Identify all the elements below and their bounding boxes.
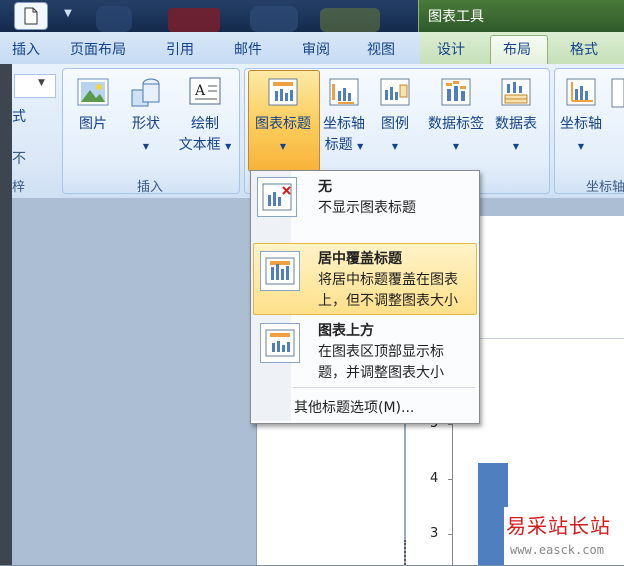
clipped-label: 式 [12, 109, 26, 125]
menu-item-centered-overlay-desc-1: 将居中标题覆盖在图表 [318, 272, 458, 288]
office-button[interactable] [14, 2, 48, 30]
clipped-label: 不 [12, 151, 26, 167]
context-title: 图表工具 [428, 9, 484, 25]
draw-textbox-label-2: 文本框 [178, 137, 221, 153]
selection-dropdown[interactable] [14, 74, 56, 98]
watermark-title: 易采站长站 [506, 514, 611, 538]
gridlines-icon [611, 78, 624, 108]
svg-text:A: A [194, 83, 206, 99]
chevron-down-icon: ▼ [452, 142, 460, 151]
picture-label: 图片 [79, 116, 107, 132]
tab-page-layout[interactable]: 页面布局 [70, 39, 126, 59]
axes-icon [566, 78, 596, 106]
textbox-icon: A [189, 77, 221, 105]
title-bar-decoration [250, 6, 298, 32]
document-icon [24, 7, 38, 25]
menu-separator [293, 387, 475, 388]
title-bar-decoration [96, 6, 132, 32]
watermark-url: www.easck.com [510, 543, 604, 557]
chart-title-label: 图表标题 [255, 116, 311, 132]
tab-format[interactable]: 格式 [570, 39, 598, 59]
picture-button[interactable]: 图片 [72, 76, 114, 135]
chevron-down-icon: ▼ [225, 142, 232, 151]
tab-review[interactable]: 审阅 [302, 39, 330, 59]
axes-button[interactable]: 坐标轴 ▼ [556, 76, 606, 157]
tab-design[interactable]: 设计 [437, 39, 465, 59]
tab-references[interactable]: 引用 [166, 39, 194, 59]
data-labels-label: 数据标签 [428, 116, 484, 132]
above-chart-title-icon [260, 323, 300, 363]
menu-item-above-chart-title: 图表上方 [318, 323, 374, 339]
chevron-down-icon: ▼ [279, 142, 287, 151]
legend-icon [380, 78, 410, 106]
shapes-button[interactable]: 形状 ▼ [124, 76, 168, 157]
y-tick-mark [448, 479, 453, 480]
draw-textbox-label-1: 绘制 [191, 116, 219, 132]
y-tick-mark [448, 534, 453, 535]
menu-item-centered-overlay-desc-2: 上，但不调整图表大小 [318, 293, 458, 309]
y-tick-label: 4 [430, 471, 439, 486]
customize-toolbar-icon[interactable]: ▼ [60, 6, 76, 22]
chevron-down-icon[interactable]: ▼ [38, 78, 45, 88]
no-title-icon [257, 177, 297, 217]
y-tick-label: 3 [430, 526, 439, 541]
chart-resize-handle[interactable] [404, 540, 409, 565]
gridlines-button-clipped[interactable] [610, 76, 624, 116]
tab-insert[interactable]: 插入 [12, 39, 40, 59]
y-tick-mark [448, 424, 453, 425]
draw-textbox-button[interactable]: A 绘制 文本框 ▼ [174, 76, 236, 157]
picture-icon [77, 78, 109, 106]
clipped-label: 梓 [12, 180, 26, 195]
chevron-down-icon: ▼ [512, 142, 520, 151]
chart-title-icon [268, 78, 298, 106]
tab-mailings[interactable]: 邮件 [234, 39, 262, 59]
data-table-icon [501, 78, 531, 106]
shapes-label: 形状 [132, 116, 160, 132]
menu-item-above-chart-desc-2: 题，并调整图表大小 [318, 365, 444, 381]
tab-layout[interactable]: 布局 [503, 39, 531, 59]
axis-titles-icon [329, 78, 359, 106]
axes-group-label: 坐标轴 [586, 180, 624, 195]
menu-item-above-chart-desc-1: 在图表区顶部显示标 [318, 344, 444, 360]
shapes-icon [131, 78, 160, 107]
chart-title-button-content[interactable]: 图表标题 ▼ [248, 76, 318, 157]
tab-view[interactable]: 视图 [367, 39, 395, 59]
title-bar-decoration [168, 8, 220, 32]
data-labels-icon [441, 78, 471, 106]
menu-item-centered-overlay-title: 居中覆盖标题 [318, 251, 402, 267]
axis-titles-button[interactable]: 坐标轴 标题 ▼ [318, 76, 370, 157]
chevron-down-icon: ▼ [142, 142, 150, 151]
axis-titles-label-2: 标题 [324, 137, 353, 153]
menu-item-none-title: 无 [318, 179, 332, 195]
data-table-button[interactable]: 数据表 ▼ [490, 76, 542, 157]
chevron-down-icon: ▼ [357, 142, 364, 151]
axes-label: 坐标轴 [560, 116, 602, 132]
centered-overlay-title-icon [260, 251, 300, 291]
axis-titles-label-1: 坐标轴 [323, 116, 365, 132]
more-title-options[interactable]: 其他标题选项(M)... [294, 397, 414, 417]
title-bar-decoration [320, 8, 380, 32]
chevron-down-icon: ▼ [577, 142, 585, 151]
chevron-down-icon: ▼ [391, 142, 399, 151]
legend-button[interactable]: 图例 ▼ [374, 76, 416, 157]
data-table-label: 数据表 [495, 116, 537, 132]
data-labels-button[interactable]: 数据标签 ▼ [424, 76, 488, 157]
insert-group-label: 插入 [136, 180, 163, 195]
window-edge [0, 64, 12, 565]
legend-label: 图例 [381, 116, 409, 132]
menu-item-none-desc: 不显示图表标题 [318, 200, 416, 216]
